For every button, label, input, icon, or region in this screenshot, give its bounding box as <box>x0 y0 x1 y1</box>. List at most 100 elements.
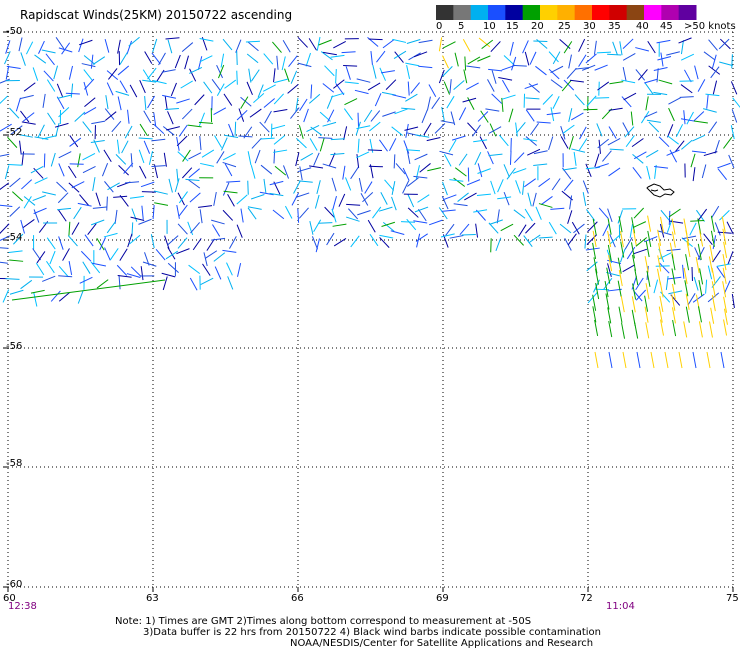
wind-barb <box>443 153 452 167</box>
wind-barb <box>474 151 482 166</box>
wind-barb <box>475 223 479 238</box>
wind-barb <box>634 269 639 286</box>
wind-barb <box>527 192 532 207</box>
wind-barb <box>668 107 675 122</box>
wind-barb <box>204 250 218 259</box>
wind-barb <box>77 290 84 304</box>
wind-barb <box>379 237 390 248</box>
wind-barb <box>609 81 624 85</box>
wind-barb <box>229 236 237 249</box>
wind-barb <box>594 351 599 369</box>
wind-barb <box>538 178 551 188</box>
wind-barb <box>723 319 728 336</box>
wind-barb <box>595 97 610 99</box>
lon-label: 72 <box>580 593 593 604</box>
wind-barb <box>464 56 467 71</box>
wind-barb <box>698 280 703 297</box>
wind-barb <box>385 79 397 90</box>
wind-barb <box>42 135 56 140</box>
wind-barb <box>656 68 659 83</box>
wind-barb <box>697 306 702 323</box>
wind-barb <box>224 134 239 139</box>
wind-barb <box>62 248 70 261</box>
wind-barb <box>290 70 298 84</box>
wind-barb <box>587 221 598 233</box>
legend-label: 15 <box>506 21 519 32</box>
wind-barb <box>74 111 86 122</box>
wind-barb <box>608 167 621 177</box>
wind-barb <box>414 153 428 161</box>
wind-barb <box>342 165 346 180</box>
wind-barb <box>271 124 286 130</box>
wind-barb <box>162 276 168 291</box>
wind-barb <box>491 70 497 84</box>
wind-barb <box>92 56 106 65</box>
wind-barb <box>142 69 152 82</box>
wind-barb <box>458 153 468 166</box>
wind-barb <box>216 151 225 164</box>
wind-barb <box>693 120 708 124</box>
wind-barb <box>644 306 649 323</box>
wind-barb <box>617 280 622 297</box>
wind-barb <box>68 182 80 193</box>
wind-barb <box>263 84 276 92</box>
wind-barb <box>413 175 428 179</box>
wind-barb <box>592 242 597 260</box>
wind-barb <box>609 148 624 151</box>
wind-barb <box>497 196 512 200</box>
wind-barb <box>683 110 686 125</box>
wind-barb <box>446 95 455 109</box>
wind-barb <box>220 137 228 151</box>
wind-barb <box>524 178 536 188</box>
legend-swatch <box>505 5 524 20</box>
wind-barb <box>598 207 609 219</box>
wind-barb <box>119 248 128 261</box>
wind-barb <box>212 224 221 237</box>
wind-barb <box>236 50 238 66</box>
wind-barb <box>656 39 671 44</box>
wind-barb <box>19 94 34 100</box>
wind-barb <box>509 150 512 165</box>
wind-barb <box>563 179 574 191</box>
wind-barb <box>607 53 622 56</box>
wind-barb <box>657 56 672 61</box>
wind-barb <box>431 97 441 110</box>
wind-barb <box>118 275 121 290</box>
wind-barb <box>501 64 516 71</box>
wind-barb <box>246 53 259 64</box>
wind-barb <box>562 124 575 134</box>
wind-barb <box>45 53 55 66</box>
wind-barb <box>607 218 612 235</box>
wind-barb <box>622 264 636 273</box>
wind-barb <box>491 93 503 104</box>
wind-barb <box>293 180 301 194</box>
legend-swatch <box>557 5 576 20</box>
wind-barb <box>238 135 253 138</box>
wind-barb <box>730 81 738 95</box>
wind-barb <box>91 120 106 125</box>
wind-barb <box>441 106 445 121</box>
wind-barb <box>316 180 321 194</box>
wind-barb <box>263 53 274 65</box>
wind-barb <box>319 137 325 152</box>
wind-barb <box>448 139 457 153</box>
wind-barb <box>458 107 467 121</box>
wind-barb <box>343 126 348 141</box>
wind-barb <box>314 194 320 209</box>
wind-barb <box>248 68 252 83</box>
wind-barb <box>139 79 146 94</box>
wind-barb <box>106 196 108 211</box>
wind-barb <box>222 249 237 253</box>
wind-barb <box>692 167 696 182</box>
wind-barb <box>246 81 253 95</box>
wind-barb <box>645 283 650 300</box>
wind-barb <box>55 37 65 50</box>
wind-barb <box>370 110 381 122</box>
wind-barb <box>392 94 407 99</box>
wind-barb <box>404 126 419 131</box>
wind-barb <box>176 248 190 255</box>
wind-barb <box>594 153 600 168</box>
wind-barb <box>503 191 510 206</box>
wind-barb <box>727 251 734 265</box>
wind-barb <box>563 41 573 54</box>
